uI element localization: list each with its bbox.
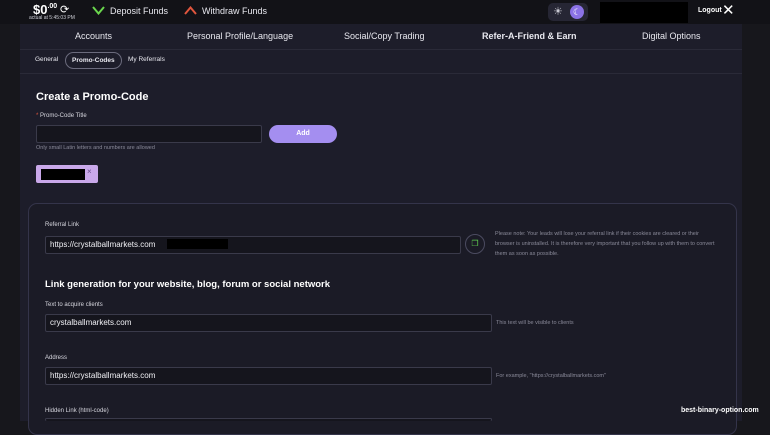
nav-personal-profile[interactable]: Personal Profile/Language — [187, 31, 293, 41]
promo-code-chip: × — [36, 165, 98, 183]
link-generation-heading: Link generation for your website, blog, … — [45, 279, 331, 290]
add-button[interactable]: Add — [269, 125, 337, 143]
withdraw-funds-button[interactable]: Withdraw Funds — [184, 5, 268, 16]
settings-panel: Accounts Personal Profile/Language Socia… — [20, 24, 742, 435]
text-to-acquire-label: Text to acquire clients — [45, 302, 103, 308]
subtab-promo-codes[interactable]: Promo-Codes — [65, 52, 122, 69]
close-icon[interactable]: ✕ — [722, 3, 735, 18]
referral-link-label: Referral Link — [45, 222, 80, 228]
sub-tabs: General Promo-Codes My Referrals — [20, 50, 742, 74]
withdraw-chevron-icon — [184, 5, 197, 16]
chip-remove-icon[interactable]: × — [87, 167, 92, 176]
nav-social-copy-trading[interactable]: Social/Copy Trading — [344, 31, 425, 41]
redacted-account-area — [600, 2, 688, 23]
nav-refer-a-friend[interactable]: Refer-A-Friend & Earn — [482, 31, 577, 41]
redacted-promo-code — [41, 169, 85, 180]
referral-note: Please note: Your leads will lose your r… — [495, 231, 715, 257]
top-bar: $0.00 ⟳ actual at 5:45:03 PM Deposit Fun… — [0, 0, 770, 24]
watermark: best-binary-option.com — [681, 407, 759, 414]
redacted-referral-id — [167, 239, 228, 249]
address-label: Address — [45, 355, 68, 361]
deposit-funds-label: Deposit Funds — [110, 6, 169, 16]
deposit-chevron-icon — [92, 6, 105, 16]
promo-title-label-text: Promo-Code Title — [40, 113, 87, 119]
required-mark: * — [36, 113, 39, 119]
address-hint: For example, "https://crystalballmarkets… — [496, 373, 606, 379]
text-to-acquire-hint: This text will be visible to clients — [496, 320, 574, 326]
logout-button[interactable]: Logout — [698, 7, 722, 14]
moon-icon[interactable]: ☾ — [570, 5, 584, 19]
sun-icon[interactable]: ☀ — [553, 5, 563, 18]
hidden-link-label: Hidden Link (html-code) — [45, 408, 109, 414]
promo-title-input[interactable] — [36, 125, 262, 143]
promo-title-hint: Only small Latin letters and numbers are… — [36, 145, 155, 151]
nav-accounts[interactable]: Accounts — [75, 31, 112, 41]
subtab-general[interactable]: General — [35, 56, 58, 63]
balance-timestamp: actual at 5:45:03 PM — [29, 15, 75, 21]
text-to-acquire-input[interactable]: crystalballmarkets.com — [45, 314, 492, 332]
main-nav: Accounts Personal Profile/Language Socia… — [20, 24, 742, 50]
subtab-my-referrals[interactable]: My Referrals — [128, 56, 165, 63]
address-input[interactable]: https://crystalballmarkets.com — [45, 367, 492, 385]
nav-digital-options[interactable]: Digital Options — [642, 31, 701, 41]
copy-icon[interactable]: ❐ — [465, 234, 485, 254]
referral-link-input[interactable]: https://crystalballmarkets.com — [45, 236, 461, 254]
promo-title-label: * Promo-Code Title — [36, 113, 87, 119]
withdraw-funds-label: Withdraw Funds — [202, 6, 268, 16]
theme-toggle[interactable]: ☀ ☾ — [548, 3, 588, 21]
create-promo-heading: Create a Promo-Code — [36, 91, 149, 103]
deposit-funds-button[interactable]: Deposit Funds — [92, 6, 168, 16]
balance-cents: .00 — [47, 3, 58, 10]
